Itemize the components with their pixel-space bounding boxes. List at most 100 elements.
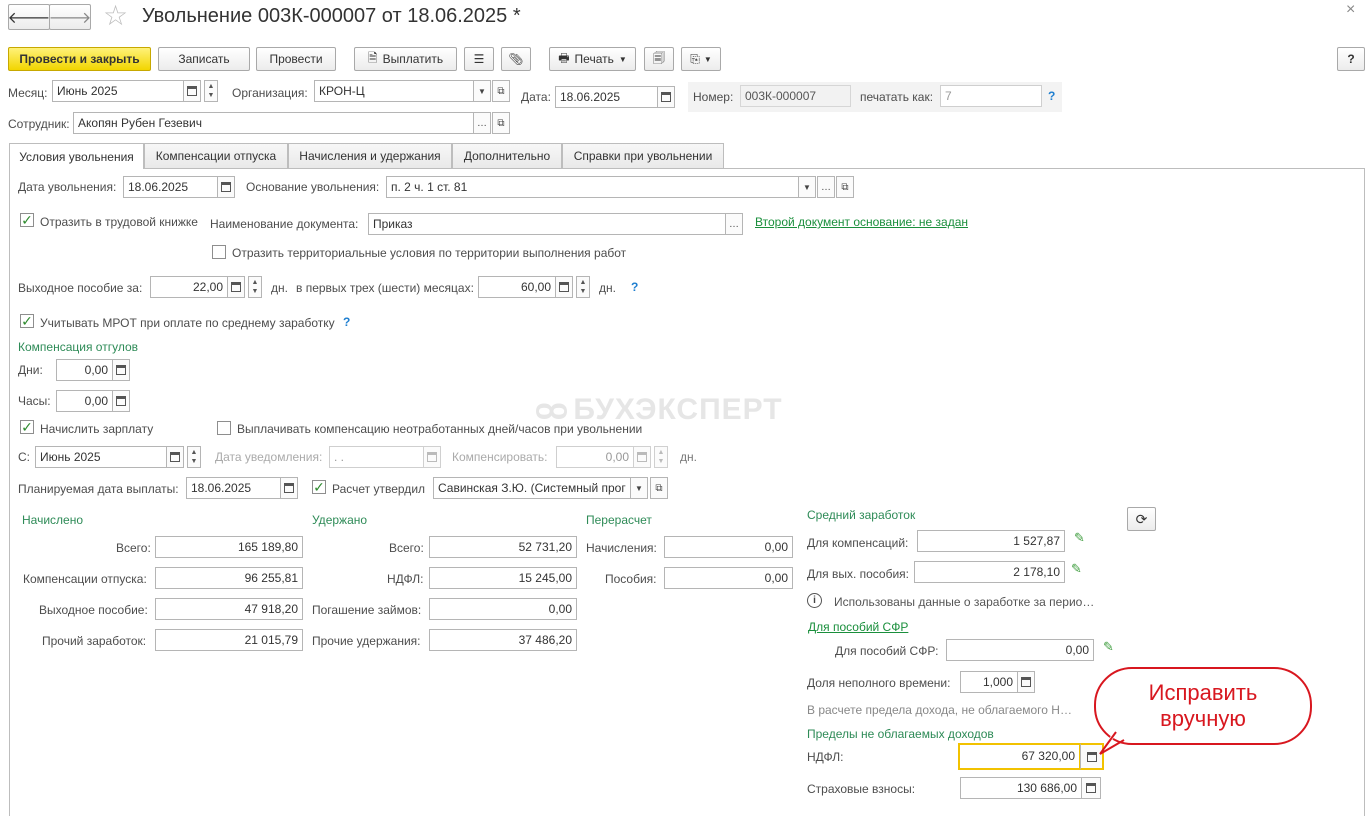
first-months-calc-button[interactable] (555, 276, 573, 298)
employee-select-button[interactable]: … (473, 112, 491, 134)
basis-select-button[interactable]: … (817, 176, 835, 198)
hours-calc-button[interactable] (112, 390, 130, 412)
sfr-field[interactable]: 0,00 (946, 639, 1094, 661)
accrue-salary-checkbox[interactable]: ✓ (20, 420, 34, 434)
accrued-vacation-field[interactable]: 96 255,81 (155, 567, 303, 589)
withheld-loans-field[interactable]: 0,00 (429, 598, 577, 620)
list-button[interactable]: ☰ (464, 47, 494, 71)
days-field[interactable]: 0,00 (56, 359, 113, 381)
post-button[interactable]: Провести (256, 47, 336, 71)
limit-insurance-field[interactable]: 130 686,00 (960, 777, 1082, 799)
hours-field[interactable]: 0,00 (56, 390, 113, 412)
print-button[interactable]: 🖶 Печать ▼ (549, 47, 636, 71)
month-calendar-button[interactable] (183, 80, 201, 102)
date-field[interactable]: 18.06.2025 (555, 86, 658, 108)
month-spin-button[interactable]: ▲ ▼ (204, 80, 218, 102)
report-button[interactable]: 🗐 (644, 47, 674, 71)
employee-open-button[interactable]: ⧉ (492, 112, 510, 134)
mrot-checkbox[interactable]: ✓ (20, 314, 34, 328)
recalc-accruals-field[interactable]: 0,00 (664, 536, 793, 558)
favorite-star-icon[interactable]: ☆ (103, 1, 128, 31)
date-calendar-button[interactable] (657, 86, 675, 108)
notice-date-field[interactable]: . . (329, 446, 424, 468)
territorial-checkbox[interactable] (212, 245, 226, 259)
post-and-close-button[interactable]: Провести и закрыть (8, 47, 151, 71)
limit-ndfl-field[interactable]: 67 320,00 (958, 743, 1081, 770)
first-months-spin-button[interactable]: ▲ ▼ (576, 276, 590, 298)
number-field[interactable]: 003К-000007 (740, 85, 851, 107)
work-book-checkbox[interactable]: ✓ (20, 213, 34, 227)
employee-field[interactable]: Акопян Рубен Гезевич (73, 112, 474, 134)
attach-button[interactable]: 📎︎ (501, 47, 531, 71)
withheld-other-field[interactable]: 37 486,20 (429, 629, 577, 651)
average-header: Средний заработок (807, 508, 916, 522)
recalc-benefits-field[interactable]: 0,00 (664, 567, 793, 589)
accrued-other-field[interactable]: 21 015,79 (155, 629, 303, 651)
severance-spin-button[interactable]: ▲ ▼ (248, 276, 262, 298)
doc-name-field[interactable]: Приказ (368, 213, 726, 235)
print-as-help-icon[interactable]: ? (1048, 89, 1055, 103)
severance-calc-button[interactable] (227, 276, 245, 298)
organization-field[interactable]: КРОН-Ц (314, 80, 474, 102)
severance-help-icon[interactable]: ? (631, 280, 638, 294)
avg-severance-field[interactable]: 2 178,10 (914, 561, 1065, 583)
from-label: С: (18, 450, 30, 464)
part-time-field[interactable]: 1,000 (960, 671, 1018, 693)
avg-comp-field[interactable]: 1 527,87 (917, 530, 1065, 552)
notice-date-calendar-button[interactable] (423, 446, 441, 468)
accrued-severance-field[interactable]: 47 918,20 (155, 598, 303, 620)
refresh-button[interactable]: ⟳ (1127, 507, 1156, 531)
forward-button[interactable]: 🡒 (49, 4, 91, 30)
compensate-field[interactable]: 0,00 (556, 446, 634, 468)
withheld-ndfl-field[interactable]: 15 245,00 (429, 567, 577, 589)
dismissal-date-calendar-button[interactable] (217, 176, 235, 198)
help-button[interactable]: ? (1337, 47, 1365, 71)
sfr-label: Для пособий СФР: (835, 644, 939, 658)
severance-days-field[interactable]: 22,00 (150, 276, 228, 298)
basis-field[interactable]: п. 2 ч. 1 ст. 81 (386, 176, 799, 198)
tab-dismissal-conditions[interactable]: Условия увольнения (9, 143, 144, 169)
compensate-calc-button[interactable] (633, 446, 651, 468)
approved-checkbox[interactable]: ✓ (312, 480, 326, 494)
close-icon[interactable]: × (1346, 1, 1355, 19)
more-actions-button[interactable]: ⎘ ▼ (681, 47, 721, 71)
tab-certificates[interactable]: Справки при увольнении (562, 143, 724, 168)
checkmark-icon: ✓ (313, 479, 325, 495)
pay-unworked-checkbox[interactable] (217, 421, 231, 435)
planned-pay-field[interactable]: 18.06.2025 (186, 477, 281, 499)
avg-severance-edit-icon[interactable]: ✎ (1071, 561, 1082, 577)
planned-pay-calendar-button[interactable] (280, 477, 298, 499)
second-doc-link[interactable]: Второй документ основание: не задан (755, 215, 968, 229)
month-field[interactable]: Июнь 2025 (52, 80, 184, 102)
save-button[interactable]: Записать (158, 47, 250, 71)
from-spin-button[interactable]: ▲ ▼ (187, 446, 201, 468)
print-as-field[interactable]: 7 (940, 85, 1042, 107)
days-calc-button[interactable] (112, 359, 130, 381)
organization-open-button[interactable]: ⧉ (492, 80, 510, 102)
organization-dropdown-button[interactable]: ▼ (473, 80, 491, 102)
approved-field[interactable]: Савинская З.Ю. (Системный прог (433, 477, 631, 499)
tab-additional[interactable]: Дополнительно (452, 143, 562, 168)
from-calendar-button[interactable] (166, 446, 184, 468)
basis-dropdown-button[interactable]: ▼ (798, 176, 816, 198)
pay-button[interactable]: 🗎 Выплатить (354, 47, 457, 71)
dismissal-date-field[interactable]: 18.06.2025 (123, 176, 218, 198)
compensate-spin-button[interactable]: ▲ ▼ (654, 446, 668, 468)
back-button[interactable]: 🡐 (8, 4, 50, 30)
basis-open-button[interactable]: ⧉ (836, 176, 854, 198)
tab-vacation-compensation[interactable]: Компенсации отпуска (144, 143, 288, 168)
first-months-field[interactable]: 60,00 (478, 276, 556, 298)
mrot-help-icon[interactable]: ? (343, 315, 350, 329)
avg-comp-edit-icon[interactable]: ✎ (1074, 530, 1085, 546)
part-time-calc-button[interactable] (1017, 671, 1035, 693)
limit-insurance-calc-button[interactable] (1081, 777, 1101, 799)
accrued-total-field[interactable]: 165 189,80 (155, 536, 303, 558)
doc-name-select-button[interactable]: … (725, 213, 743, 235)
withheld-total-field[interactable]: 52 731,20 (429, 536, 577, 558)
approved-open-button[interactable]: ⧉ (650, 477, 668, 499)
sfr-edit-icon[interactable]: ✎ (1103, 639, 1114, 655)
from-field[interactable]: Июнь 2025 (35, 446, 167, 468)
tab-accruals-deductions[interactable]: Начисления и удержания (288, 143, 452, 168)
sfr-link[interactable]: Для пособий СФР (808, 620, 908, 634)
approved-dropdown-button[interactable]: ▼ (630, 477, 648, 499)
